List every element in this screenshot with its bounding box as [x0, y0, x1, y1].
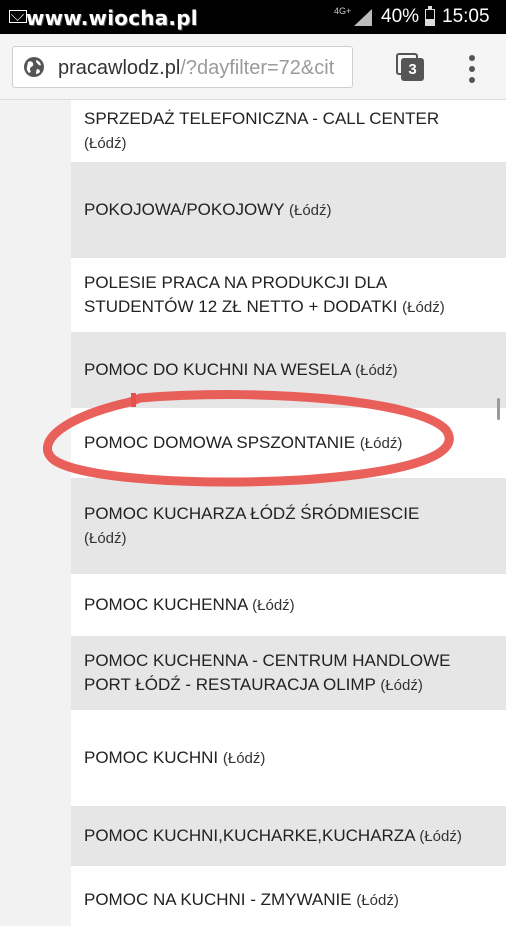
- mail-icon: [9, 10, 27, 23]
- job-location: (Łódź): [222, 749, 266, 767]
- page-content: SPRZEDAŻ TELEFONICZNA - CALL CENTER (Łódź…: [0, 100, 506, 926]
- list-item[interactable]: POMOC KUCHNI (Łódź): [71, 710, 506, 806]
- job-location: (Łódź): [288, 201, 332, 219]
- list-item[interactable]: POMOC DO KUCHNI NA WESELA (Łódź): [71, 332, 506, 408]
- url-path: /?dayfilter=72&cit: [180, 57, 335, 79]
- list-item[interactable]: POMOC KUCHENNA - CENTRUM HANDLOWE PORT Ł…: [71, 636, 506, 710]
- job-title: POMOC KUCHARZA ŁÓDŹ ŚRÓDMIESCIE: [84, 503, 420, 523]
- list-item[interactable]: POKOJOWA/POKOJOWY (Łódź): [71, 162, 506, 258]
- tab-count: 3: [401, 58, 424, 81]
- list-item[interactable]: SPRZEDAŻ TELEFONICZNA - CALL CENTER (Łódź…: [71, 100, 506, 162]
- tab-switcher-button[interactable]: 3: [396, 53, 424, 81]
- job-title: POMOC KUCHNI: [84, 747, 219, 767]
- battery-icon: [425, 6, 435, 26]
- job-title: POKOJOWA/POKOJOWY: [84, 199, 285, 219]
- url-text: pracawlodz.pl/?dayfilter=72&cit: [58, 56, 334, 80]
- signal-icon: [354, 9, 372, 26]
- scrollbar-thumb[interactable]: [497, 398, 500, 420]
- battery-percent: 40%: [381, 6, 420, 27]
- list-item[interactable]: POMOC KUCHNI,KUCHARKE,KUCHARZA (Łódź): [71, 806, 506, 866]
- watermark: www.wiocha.pl: [26, 6, 198, 30]
- job-location: (Łódź): [252, 596, 295, 614]
- list-item[interactable]: POMOC KUCHARZA ŁÓDŹ ŚRÓDMIESCIE (Łódź): [71, 478, 506, 574]
- globe-icon: [24, 57, 44, 77]
- job-title: POMOC DO KUCHNI NA WESELA: [84, 359, 351, 379]
- overflow-menu-icon[interactable]: [466, 55, 478, 83]
- list-item[interactable]: POMOC DOMOWA SPSZONTANIE (Łódź): [71, 408, 506, 478]
- job-location: (Łódź): [359, 434, 403, 452]
- job-title: POLESIE PRACA NA PRODUKCJI DLA STUDENTÓW…: [84, 272, 398, 316]
- browser-toolbar: pracawlodz.pl/?dayfilter=72&cit 3: [0, 34, 506, 100]
- list-item[interactable]: POMOC NA KUCHNI - ZMYWANIE (Łódź): [71, 866, 506, 926]
- list-item[interactable]: POMOC KUCHENNA (Łódź): [71, 574, 506, 636]
- job-location: (Łódź): [84, 134, 127, 152]
- job-location: (Łódź): [380, 676, 423, 694]
- job-title: POMOC KUCHENNA: [84, 594, 248, 614]
- job-location: (Łódź): [356, 892, 399, 909]
- left-margin: [0, 100, 50, 900]
- job-location: (Łódź): [355, 361, 398, 379]
- address-bar[interactable]: pracawlodz.pl/?dayfilter=72&cit: [12, 46, 353, 88]
- job-title: POMOC KUCHNI,KUCHARKE,KUCHARZA: [84, 825, 415, 845]
- list-item[interactable]: POLESIE PRACA NA PRODUKCJI DLA STUDENTÓW…: [71, 258, 506, 332]
- job-title: POMOC DOMOWA SPSZONTANIE: [84, 432, 356, 452]
- job-location: (Łódź): [419, 827, 462, 845]
- job-title: SPRZEDAŻ TELEFONICZNA - CALL CENTER: [84, 108, 440, 128]
- url-host: pracawlodz.pl: [58, 57, 181, 79]
- clock: 15:05: [442, 6, 490, 27]
- network-type: 4G+: [334, 6, 352, 16]
- status-bar: www.wiocha.pl 4G+ 40% 15:05: [0, 0, 506, 34]
- job-location: (Łódź): [402, 298, 445, 316]
- job-location: (Łódź): [84, 529, 127, 547]
